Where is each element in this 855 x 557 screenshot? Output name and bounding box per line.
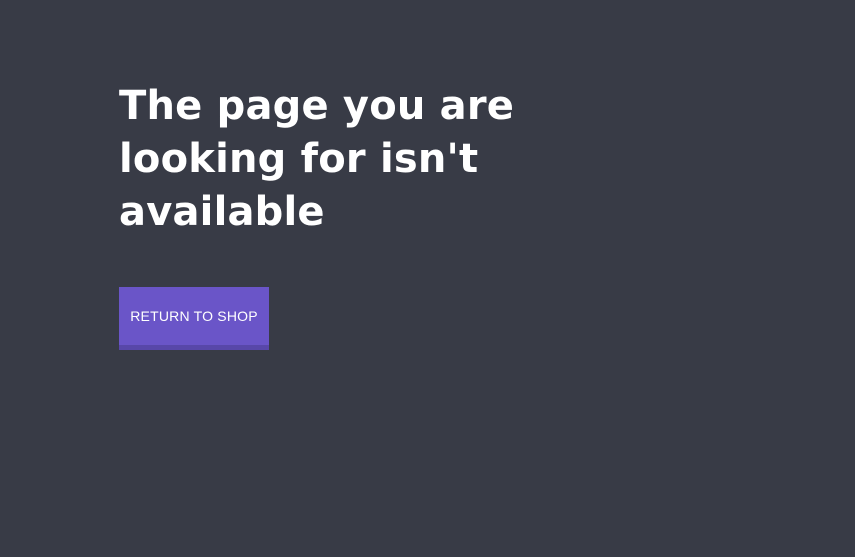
return-to-shop-button[interactable]: RETURN TO SHOP — [119, 287, 269, 350]
not-found-page: The page you are looking for isn't avail… — [0, 0, 855, 557]
error-message-container: The page you are looking for isn't avail… — [119, 80, 539, 239]
error-headline: The page you are looking for isn't avail… — [119, 83, 515, 235]
